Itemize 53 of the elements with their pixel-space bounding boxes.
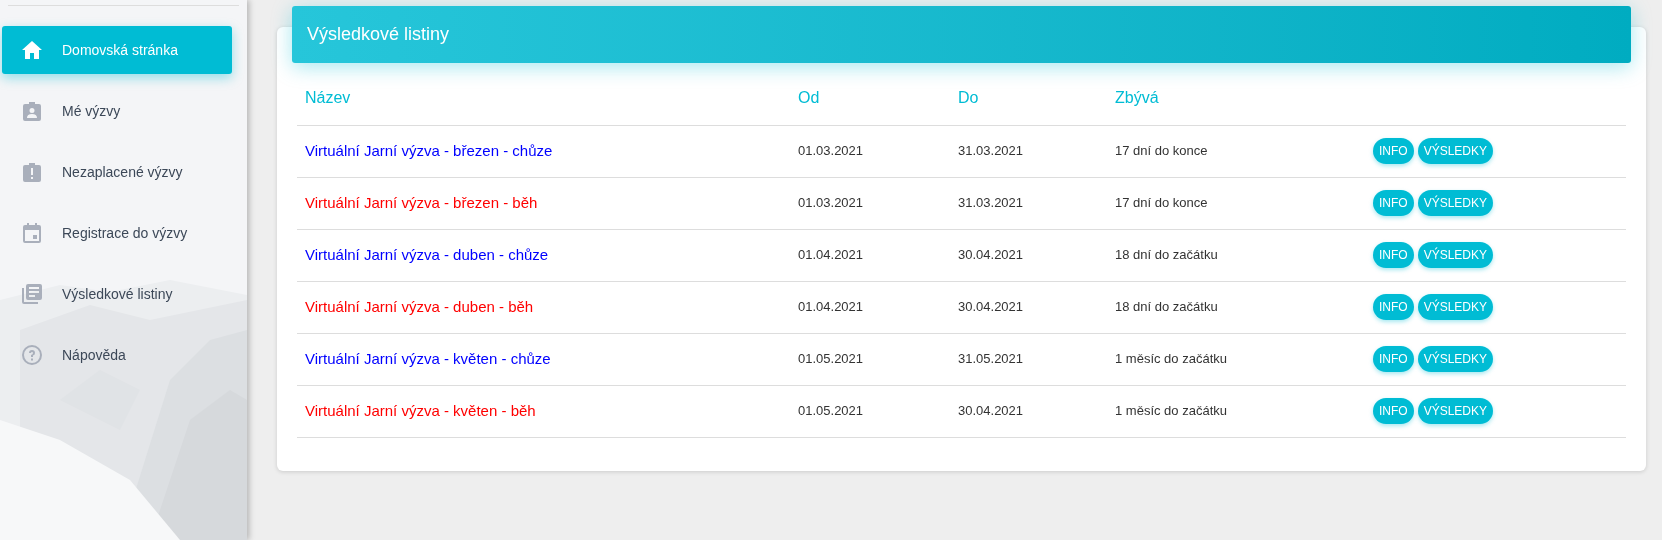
action-button[interactable]: INFO (1373, 242, 1414, 268)
table-cell: 30.04.2021 (958, 247, 1024, 263)
clipboard-alert-icon (23, 162, 41, 182)
table-cell: 17 dní do konce (1115, 195, 1208, 211)
challenge-name: Virtuální Jarní výzva - květen - běh (305, 401, 536, 419)
table-cell: 01.03.2021 (798, 195, 864, 211)
action-button[interactable]: VÝSLEDKY (1417, 242, 1494, 268)
challenge-name: Virtuální Jarní výzva - duben - běh (305, 297, 534, 315)
action-button[interactable]: INFO (1373, 138, 1414, 164)
sidebar-item[interactable]: Nápověda (2, 331, 232, 379)
table-cell: 01.03.2021 (798, 143, 864, 159)
table-cell: 01.05.2021 (798, 403, 864, 419)
challenge-name: Virtuální Jarní výzva - březen - chůze (305, 141, 553, 159)
table-cell: 01.04.2021 (798, 247, 864, 263)
card-title: Výsledkové listiny (307, 23, 450, 46)
action-button[interactable]: VÝSLEDKY (1417, 294, 1494, 320)
table-cell: 31.05.2021 (958, 351, 1024, 367)
action-button[interactable]: VÝSLEDKY (1417, 138, 1494, 164)
column-header: Název (305, 88, 351, 106)
home-icon (22, 41, 42, 59)
table-cell: 30.04.2021 (958, 299, 1024, 315)
challenge-name: Virtuální Jarní výzva - květen - chůze (305, 349, 551, 367)
help-icon (22, 345, 42, 365)
column-header: Do (958, 88, 979, 106)
table-cell: 31.03.2021 (958, 195, 1024, 211)
action-button[interactable]: VÝSLEDKY (1417, 398, 1494, 424)
table-cell: 30.04.2021 (958, 403, 1024, 419)
document-list-icon (22, 284, 42, 304)
table-cell: 17 dní do konce (1115, 143, 1208, 159)
table-cell: 18 dní do začátku (1115, 299, 1218, 315)
action-button[interactable]: INFO (1373, 346, 1414, 372)
table-cell: 1 měsíc do začátku (1115, 403, 1227, 419)
sidebar-item[interactable]: Mé výzvy (2, 87, 232, 135)
action-button[interactable]: INFO (1373, 398, 1414, 424)
table-cell: 01.05.2021 (798, 351, 864, 367)
sidebar-item[interactable]: Výsledkové listiny (2, 270, 232, 318)
person-badge-icon (23, 101, 41, 121)
action-button[interactable]: VÝSLEDKY (1417, 346, 1494, 372)
challenge-name: Virtuální Jarní výzva - březen - běh (305, 193, 538, 211)
column-header: Od (798, 88, 820, 106)
table-cell: 1 měsíc do začátku (1115, 351, 1227, 367)
sidebar-item[interactable]: Nezaplacené výzvy (2, 148, 232, 196)
challenge-name: Virtuální Jarní výzva - duben - chůze (305, 245, 549, 263)
sidebar-item[interactable]: Registrace do výzvy (2, 209, 232, 257)
action-button[interactable]: INFO (1373, 294, 1414, 320)
sidebar-item[interactable]: Domovská stránka (2, 26, 232, 74)
calendar-icon (23, 223, 41, 243)
table-cell: 01.04.2021 (798, 299, 864, 315)
table-cell: 31.03.2021 (958, 143, 1024, 159)
action-button[interactable]: INFO (1373, 190, 1414, 216)
table-cell: 18 dní do začátku (1115, 247, 1218, 263)
column-header: Zbývá (1115, 88, 1159, 106)
action-button[interactable]: VÝSLEDKY (1417, 190, 1494, 216)
